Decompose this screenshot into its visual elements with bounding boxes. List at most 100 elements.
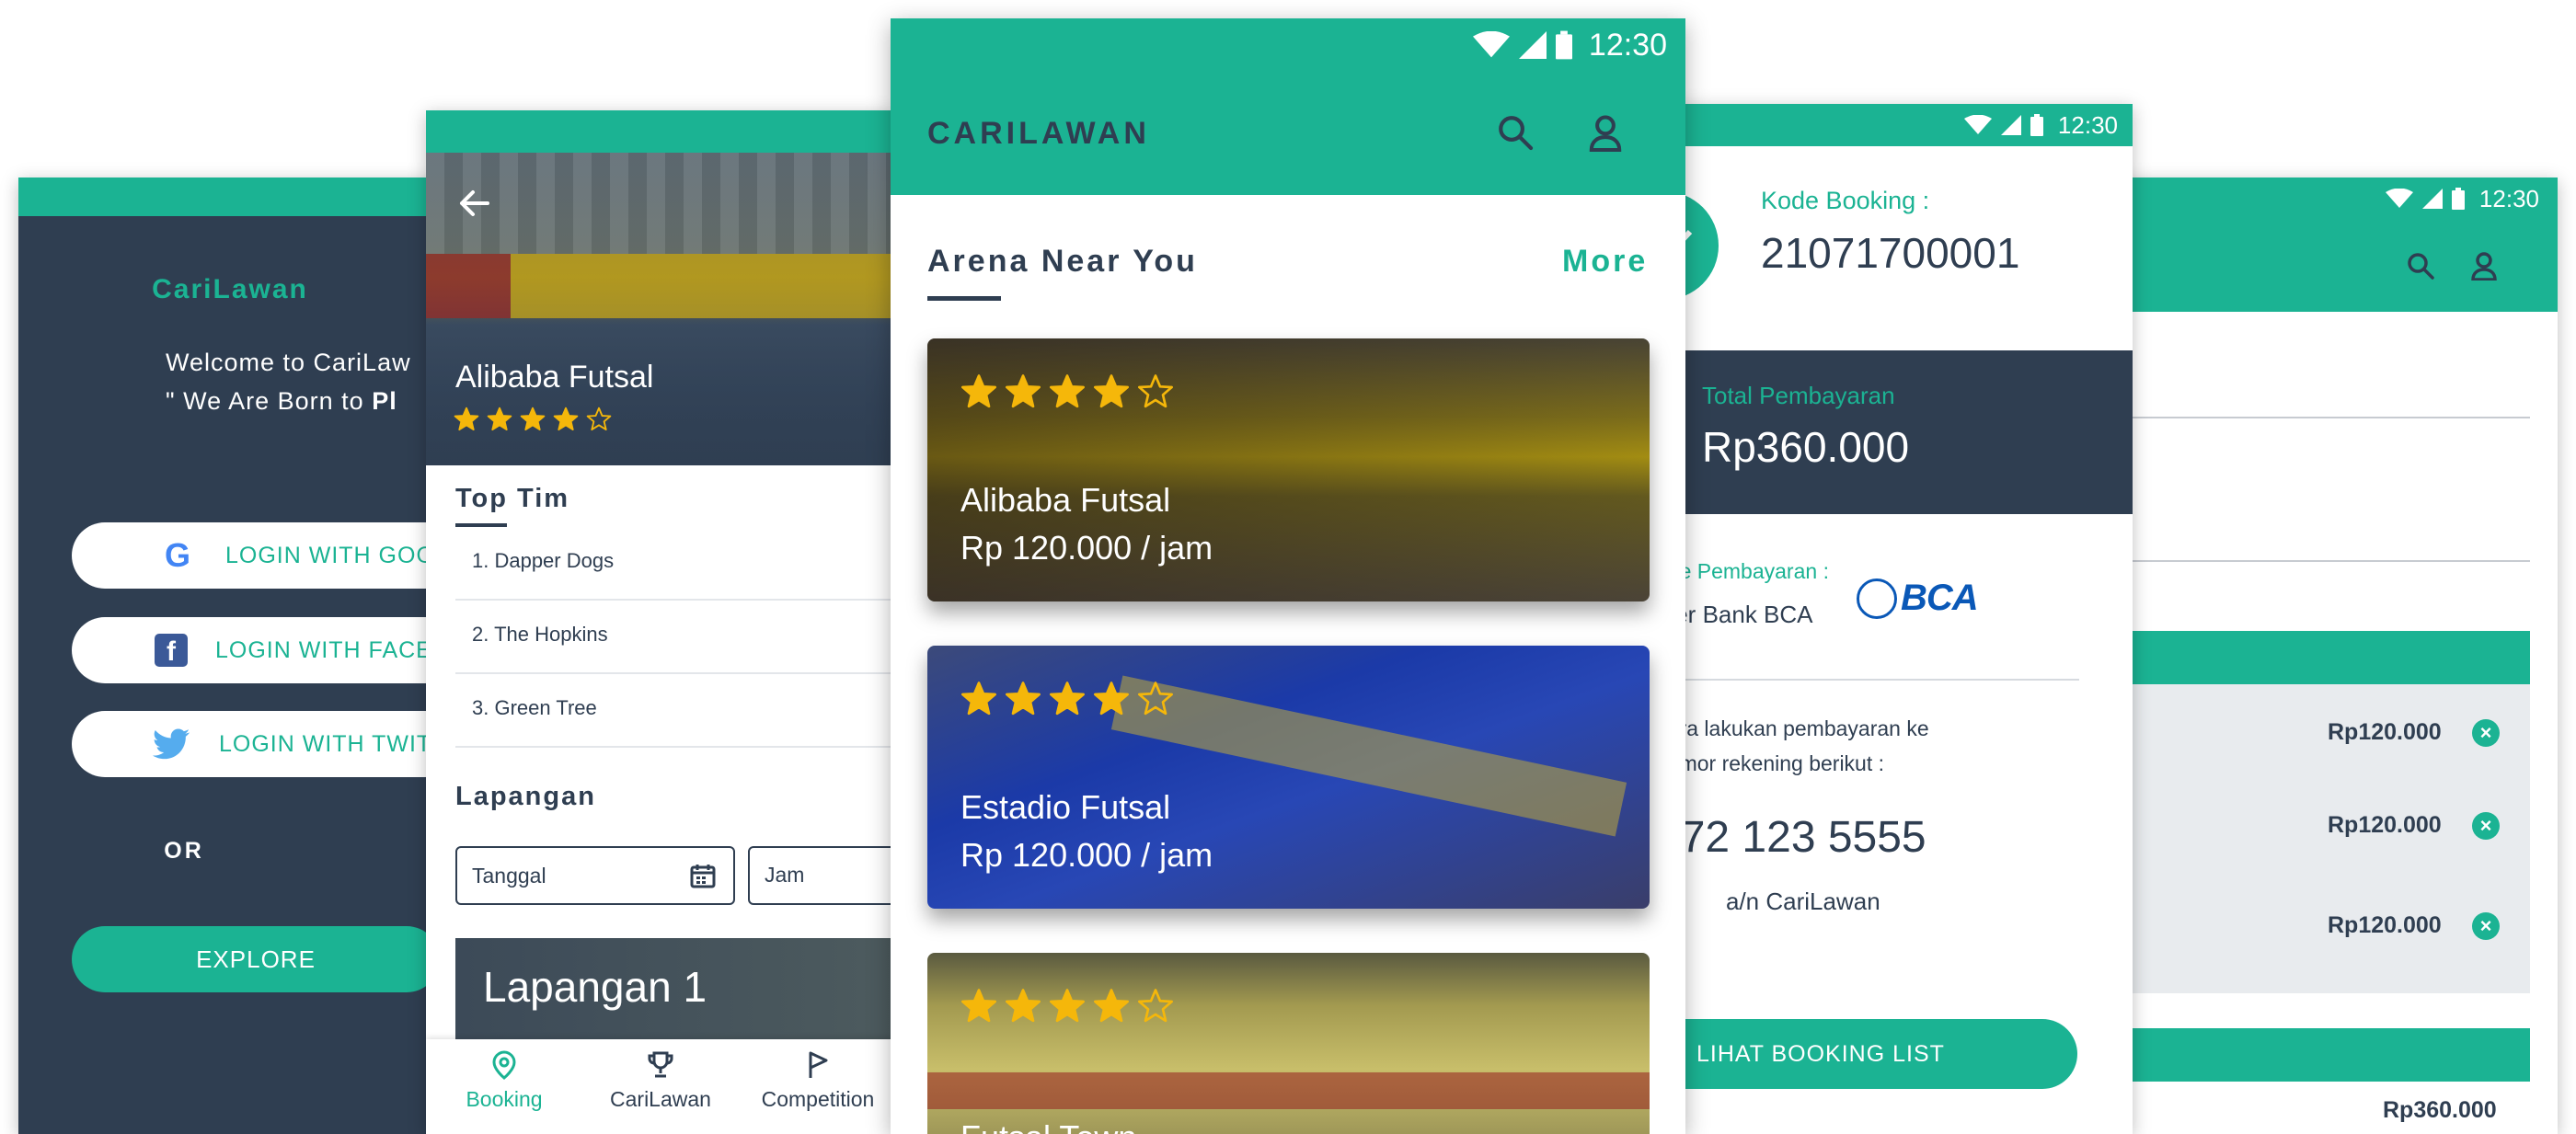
more-link[interactable]: More (1562, 244, 1648, 280)
team-row[interactable]: 1. Dapper Dogs (455, 527, 897, 601)
star-filled-icon (960, 989, 997, 1023)
arena-name: Alibaba Futsal (455, 360, 654, 395)
arena-card[interactable]: Alibaba Futsal Rp 120.000 / jam (927, 338, 1650, 601)
login-facebook-button[interactable]: f LOGIN WITH FACEB (72, 617, 442, 683)
star-empty-icon (1137, 374, 1174, 408)
star-filled-icon (1005, 989, 1041, 1023)
star-filled-icon (960, 682, 997, 716)
arena-card-name: Alibaba Futsal (960, 481, 1171, 519)
search-icon[interactable] (2406, 251, 2435, 281)
arena-card-price: Rp 120.000 / jam (960, 836, 1213, 874)
arena-card[interactable]: Estadio Futsal Rp 120.000 / jam (927, 646, 1650, 909)
login-google-button[interactable]: G LOGIN WITH GOO (72, 522, 442, 589)
star-filled-icon (1005, 682, 1041, 716)
kode-booking-label: Kode Booking : (1761, 187, 1930, 214)
card-3-banner (927, 1072, 1650, 1109)
card-2-field-stripe (1110, 675, 1627, 837)
cart-status-bar: 12:30 (2079, 178, 2558, 220)
cart-items-header (2079, 631, 2530, 684)
hero-roof (426, 153, 897, 254)
nav-booking[interactable]: Booking (426, 1039, 582, 1134)
cart-item: 1 0 Rp120.000 × (2079, 684, 2530, 781)
phone-field[interactable]: 2 (2079, 518, 2530, 562)
star-filled-icon (1005, 374, 1041, 408)
star-filled-icon (1049, 682, 1086, 716)
tanggal-placeholder: Tanggal (472, 863, 546, 888)
facebook-login-label: LOGIN WITH FACEB (215, 636, 442, 663)
calendar-icon (689, 862, 717, 889)
divider (1656, 679, 2079, 681)
remove-item-icon[interactable]: × (2472, 912, 2500, 940)
arena-rating (454, 407, 612, 432)
back-arrow-icon[interactable] (458, 189, 489, 217)
facebook-icon: f (155, 634, 188, 667)
cart-item: 1 0 Rp120.000 × (2079, 877, 2530, 974)
wifi-icon (1472, 31, 1510, 58)
explore-button[interactable]: EXPLORE (72, 926, 440, 992)
jam-placeholder: Jam (765, 863, 805, 887)
section-title-underline (927, 296, 1001, 301)
star-filled-icon (1049, 989, 1086, 1023)
login-twitter-button[interactable]: LOGIN WITH TWITT (72, 711, 442, 777)
profile-icon[interactable] (1588, 113, 1623, 152)
hero-wall (426, 254, 897, 318)
instruction-text: gera lakukan pembayaran ke nomor rekenin… (1656, 711, 1929, 781)
signal-icon (2421, 189, 2443, 209)
arena-card-name: Futsal Town (960, 1118, 1136, 1134)
battery-icon (1555, 30, 1572, 60)
welcome-text: Welcome to CariLaw " We Are Born to Pl (166, 343, 411, 420)
cart-total-value: Rp360.000 (2383, 1097, 2497, 1123)
team-name: 2. The Hopkins (472, 623, 608, 646)
home-app-bar: CARILAWAN (891, 72, 1685, 195)
lihat-booking-list-button[interactable]: LIHAT BOOKING LIST (1656, 1019, 2077, 1089)
nav-carilawan[interactable]: CariLawan (582, 1039, 739, 1134)
star-empty-icon (1137, 682, 1174, 716)
google-login-label: LOGIN WITH GOO (225, 542, 435, 568)
star-filled-icon (1093, 989, 1130, 1023)
team-row[interactable]: 3. Green Tree (455, 674, 897, 748)
nav-competition-label: Competition (761, 1087, 875, 1111)
home-status-icons: 12:30 (1472, 28, 1667, 63)
remove-item-icon[interactable]: × (2472, 812, 2500, 840)
payment-status-bar: 12:30 (1656, 104, 2133, 146)
jam-input[interactable]: Jam (748, 846, 897, 905)
team-name: 3. Green Tree (472, 696, 597, 719)
login-screen: CariLawan Welcome to CariLaw " We Are Bo… (18, 178, 442, 1134)
team-row[interactable]: 2. The Hopkins (455, 601, 897, 674)
wifi-icon (2385, 189, 2413, 208)
battery-icon (2451, 188, 2465, 210)
arena-card-price: Rp 120.000 / jam (960, 529, 1213, 567)
instruction-line-1: gera lakukan pembayaran ke (1656, 716, 1929, 740)
star-filled-icon (1093, 682, 1130, 716)
nav-carilawan-label: CariLawan (610, 1087, 711, 1111)
profile-icon[interactable] (2470, 251, 2498, 281)
search-icon[interactable] (1496, 113, 1535, 152)
account-name: a/n CariLawan (1726, 888, 1880, 915)
status-time: 12:30 (2057, 110, 2118, 139)
bca-logo: BCA (1857, 578, 1979, 619)
arena-card-rating (960, 373, 1174, 410)
payment-status-icons: 12:30 (1963, 110, 2118, 140)
remove-item-icon[interactable]: × (2472, 719, 2500, 747)
flag-icon (809, 1051, 828, 1078)
total-label: Total Pembayaran (1702, 382, 1895, 409)
star-filled-icon (553, 407, 579, 431)
star-filled-icon (960, 374, 997, 408)
lihat-booking-list-label: LIHAT BOOKING LIST (1696, 1041, 1945, 1067)
bca-emblem-icon (1857, 578, 1897, 619)
cart-item: 1 0 Rp120.000 × (2079, 781, 2530, 877)
cart-item-price: Rp120.000 (2328, 812, 2442, 838)
arena-card[interactable]: Futsal Town (927, 953, 1650, 1134)
nav-competition[interactable]: Competition (739, 1039, 897, 1134)
twitter-login-label: LOGIN WITH TWITT (219, 730, 442, 757)
or-separator: OR (164, 838, 204, 864)
star-filled-icon (454, 407, 479, 431)
signal-icon (2000, 115, 2021, 135)
account-number: 372 123 5555 (1656, 813, 1926, 862)
arena-card-name: Estadio Futsal (960, 788, 1171, 826)
welcome-tagline-bold: Pl (372, 387, 397, 415)
tanggal-input[interactable]: Tanggal (455, 846, 735, 905)
app-title: CARILAWAN (927, 116, 1150, 151)
arena-hero-image: Alibaba Futsal (426, 153, 897, 465)
arena-card-rating (960, 988, 1174, 1025)
